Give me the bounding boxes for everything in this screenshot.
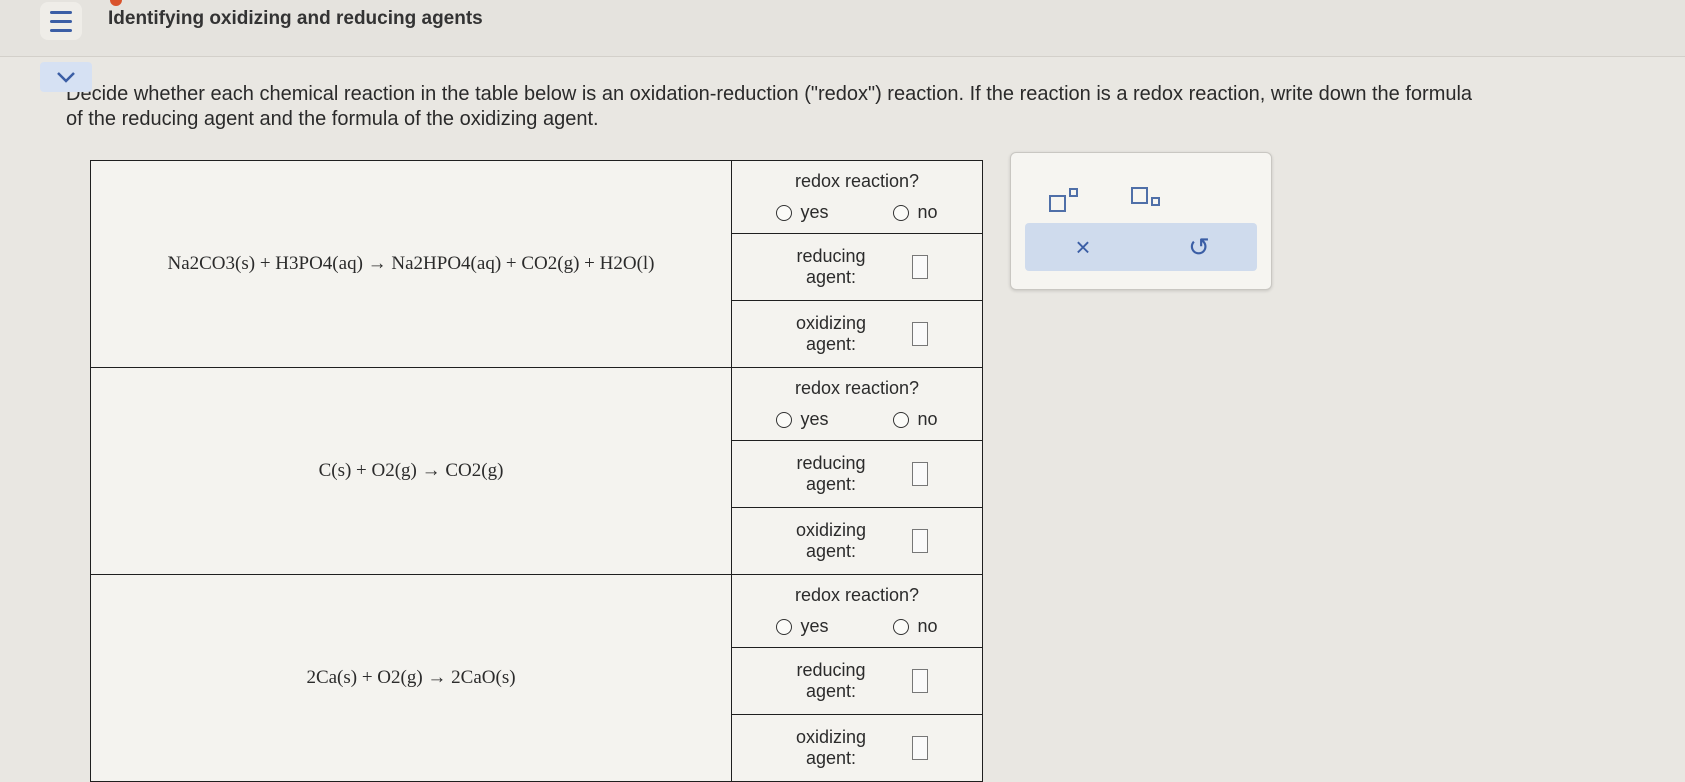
equation-cell: C(s) + O2(g) → CO2(g) — [90, 367, 732, 575]
no-label: no — [917, 616, 938, 636]
math-palette: × ↺ — [1010, 152, 1272, 290]
radio-circle-icon[interactable] — [893, 204, 910, 221]
collapse-button[interactable] — [40, 62, 92, 92]
no-radio[interactable]: no — [893, 616, 938, 637]
clear-button[interactable]: × — [1063, 232, 1103, 263]
brand-logo-icon — [110, 0, 122, 6]
table-row: C(s) + O2(g) → CO2(g) redox reaction? ye… — [90, 367, 983, 575]
redox-question-label: redox reaction? — [794, 171, 920, 191]
palette-actions: × ↺ — [1025, 223, 1257, 271]
reducing-agent-input[interactable] — [912, 669, 928, 693]
oxidizing-agent-label: oxidizing agent: — [795, 313, 867, 354]
radio-circle-icon[interactable] — [776, 618, 793, 635]
reducing-agent-input[interactable] — [912, 462, 928, 486]
equation-cell: 2Ca(s) + O2(g) → 2CaO(s) — [90, 574, 732, 782]
reducing-agent-label: reducing agent: — [796, 453, 866, 494]
reaction-equation-2: C(s) + O2(g) → CO2(g) — [318, 460, 504, 481]
reaction-equation-1: Na2CO3(s) + H3PO4(aq) → Na2HPO4(aq) + CO… — [167, 253, 655, 274]
oxidizing-agent-cell: oxidizing agent: — [731, 507, 983, 575]
reducing-agent-cell: reducing agent: — [731, 440, 983, 508]
table-row: Na2CO3(s) + H3PO4(aq) → Na2HPO4(aq) + CO… — [90, 160, 983, 368]
top-bar: Identifying oxidizing and reducing agent… — [0, 0, 1685, 57]
yes-label: yes — [800, 616, 829, 636]
subscript-small-box — [1151, 197, 1160, 206]
oxidizing-agent-label: oxidizing agent: — [795, 520, 867, 561]
no-label: no — [917, 409, 938, 429]
table-row: 2Ca(s) + O2(g) → 2CaO(s) redox reaction?… — [90, 574, 983, 782]
chevron-down-icon — [57, 72, 75, 83]
subscript-button[interactable] — [1127, 179, 1167, 219]
menu-icon[interactable] — [40, 2, 82, 40]
reducing-agent-cell: reducing agent: — [731, 233, 983, 301]
superscript-icon — [1049, 195, 1066, 212]
reducing-agent-input[interactable] — [912, 255, 928, 279]
superscript-small-box — [1069, 188, 1078, 197]
radio-circle-icon[interactable] — [776, 411, 793, 428]
reaction-equation-3: 2Ca(s) + O2(g) → 2CaO(s) — [306, 667, 516, 688]
subscript-icon — [1131, 187, 1148, 204]
yes-radio[interactable]: yes — [776, 409, 829, 430]
reducing-agent-cell: reducing agent: — [731, 647, 983, 715]
oxidizing-agent-input[interactable] — [912, 529, 928, 553]
yes-label: yes — [800, 409, 829, 429]
reducing-agent-label: reducing agent: — [796, 660, 866, 701]
oxidizing-agent-input[interactable] — [912, 736, 928, 760]
radio-circle-icon[interactable] — [893, 618, 910, 635]
reducing-agent-label: reducing agent: — [796, 246, 866, 287]
radio-circle-icon[interactable] — [893, 411, 910, 428]
no-radio[interactable]: no — [893, 202, 938, 223]
redox-question-label: redox reaction? — [794, 378, 920, 398]
instructions-line-2: of the reducing agent and the formula of… — [66, 108, 599, 130]
no-radio[interactable]: no — [893, 409, 938, 430]
oxidizing-agent-label: oxidizing agent: — [795, 727, 867, 768]
equation-cell: Na2CO3(s) + H3PO4(aq) → Na2HPO4(aq) + CO… — [90, 160, 732, 368]
instructions: Decide whether each chemical reaction in… — [66, 54, 1676, 132]
redox-question-cell: redox reaction? yes no — [731, 367, 983, 441]
reactions-table: Na2CO3(s) + H3PO4(aq) → Na2HPO4(aq) + CO… — [90, 160, 983, 782]
yes-radio[interactable]: yes — [776, 616, 829, 637]
redox-question-cell: redox reaction? yes no — [731, 574, 983, 648]
redox-question-label: redox reaction? — [794, 585, 920, 605]
instructions-line-1: Decide whether each chemical reaction in… — [66, 83, 1473, 105]
oxidizing-agent-cell: oxidizing agent: — [731, 714, 983, 782]
superscript-button[interactable] — [1045, 179, 1085, 219]
redox-question-cell: redox reaction? yes no — [731, 160, 983, 234]
radio-circle-icon[interactable] — [776, 204, 793, 221]
oxidizing-agent-cell: oxidizing agent: — [731, 300, 983, 368]
oxidizing-agent-input[interactable] — [912, 322, 928, 346]
no-label: no — [917, 202, 938, 222]
undo-button[interactable]: ↺ — [1179, 232, 1219, 263]
yes-label: yes — [800, 202, 829, 222]
page-title: Identifying oxidizing and reducing agent… — [108, 8, 483, 29]
yes-radio[interactable]: yes — [776, 202, 829, 223]
